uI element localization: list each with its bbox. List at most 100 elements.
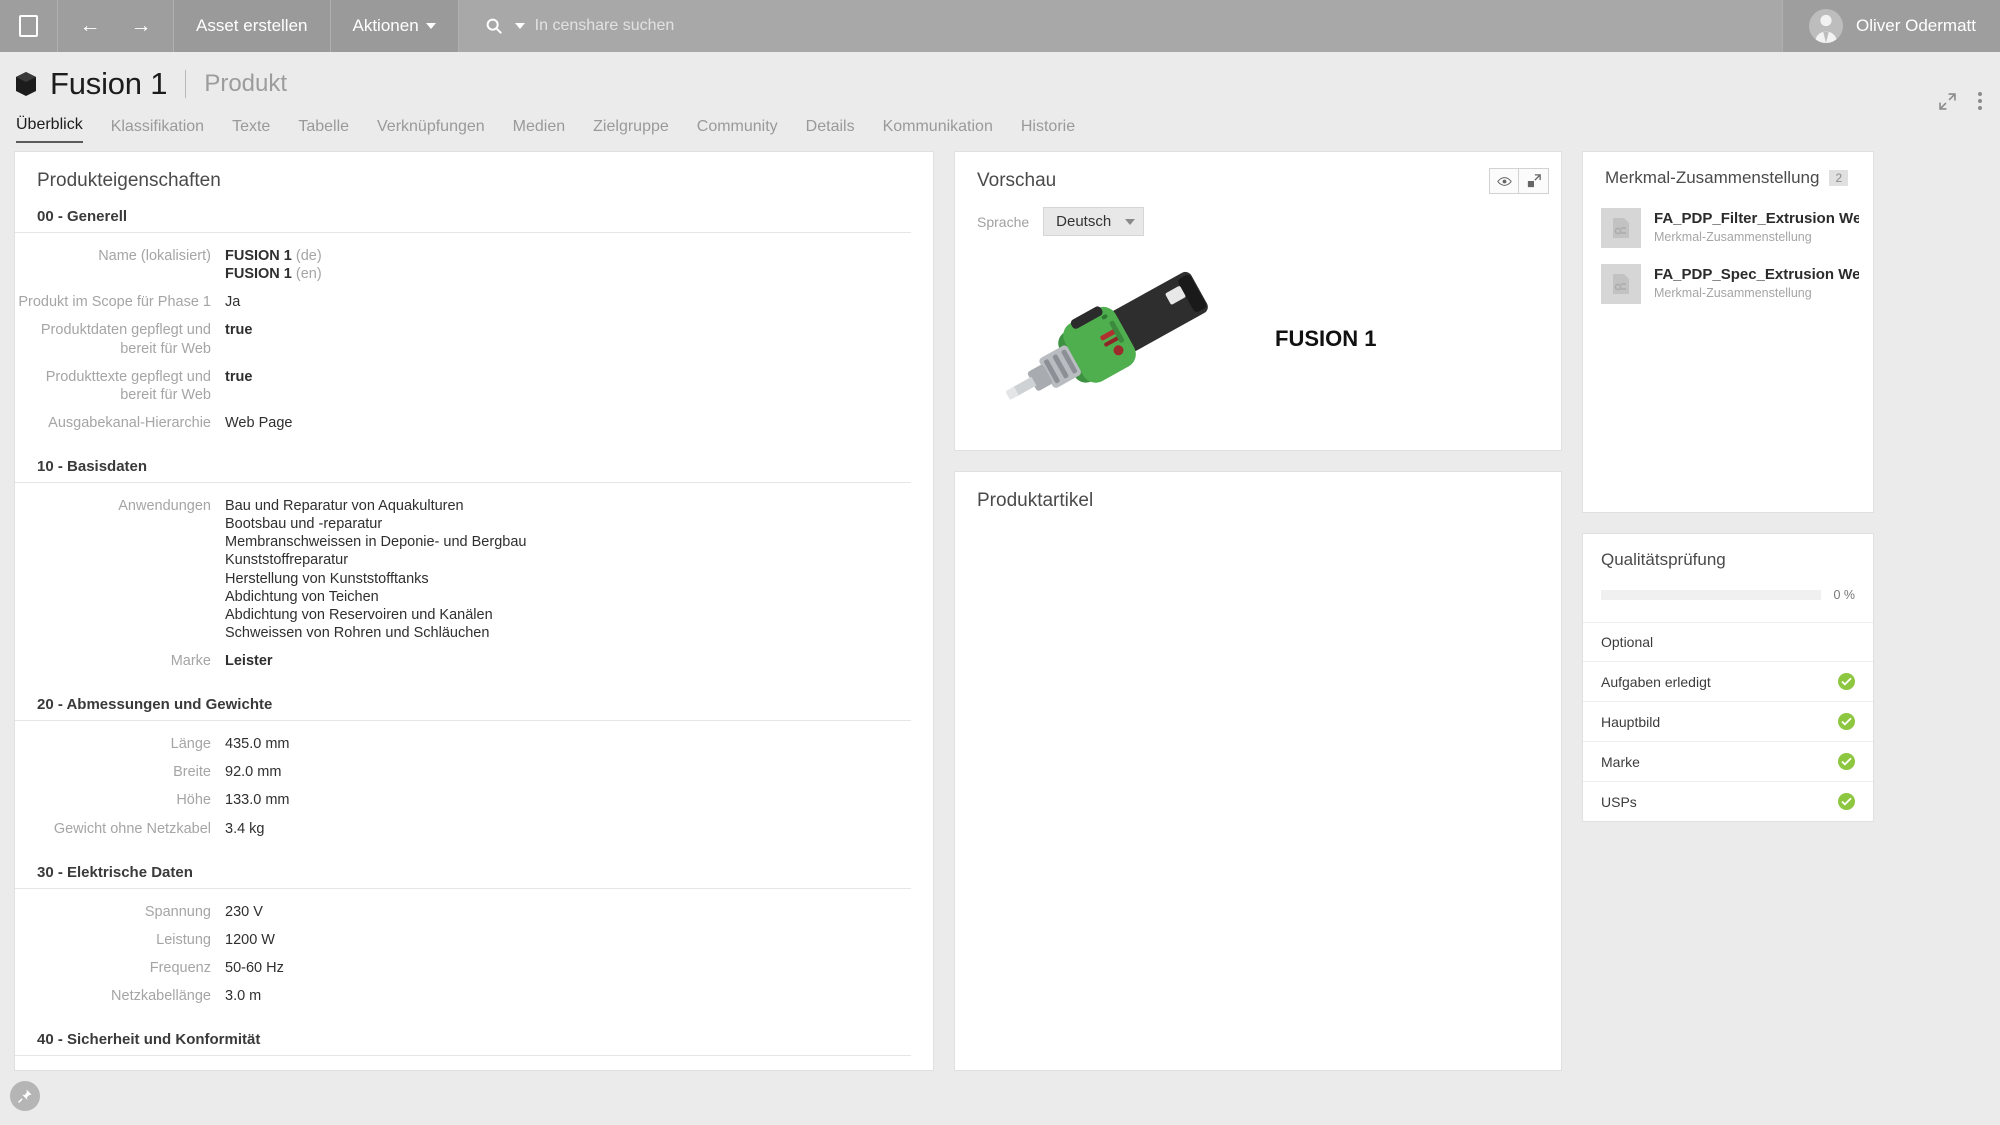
preview-body: FUSION 1 xyxy=(955,250,1561,450)
property-label: Anwendungen xyxy=(118,498,211,514)
group-body-basisdaten: Anwendungen Bau und Reparatur von Aquaku… xyxy=(15,483,933,686)
quality-check-row: Hauptbild xyxy=(1583,701,1873,741)
quality-check-card: Qualitätsprüfung 0 % Optional Aufgaben e… xyxy=(1582,533,1874,822)
forward-button[interactable]: → xyxy=(131,14,152,38)
section-label-text: Optional xyxy=(1601,634,1654,650)
property-label: Spannung xyxy=(144,903,211,920)
title-separator xyxy=(185,70,187,98)
tab-texte[interactable]: Texte xyxy=(232,118,270,143)
property-row: Produkttexte gepflegt und bereit für Web… xyxy=(15,363,933,409)
search-bar[interactable]: In censhare suchen xyxy=(458,0,1783,52)
list-item[interactable]: FA_PDP_Filter_Extrusion We… Merkmal-Zusa… xyxy=(1583,200,1873,256)
quality-item-label: USPs xyxy=(1601,793,1637,810)
property-value: Bau und Reparatur von Aquakulturen Boots… xyxy=(225,497,526,642)
property-label: Name (lokalisiert) xyxy=(98,248,211,264)
property-label: Länge xyxy=(170,736,211,753)
tab-klassifikation[interactable]: Klassifikation xyxy=(111,118,204,143)
property-value: true xyxy=(225,368,253,385)
application-item: Abdichtung von Teichen xyxy=(225,588,379,605)
main-content: Produkteigenschaften 00 - Generell Name … xyxy=(0,143,2000,1096)
tab-zielgruppe[interactable]: Zielgruppe xyxy=(593,118,669,143)
feature-collection-title: Merkmal-Zusammenstellung xyxy=(1605,168,1820,187)
properties-title: Produkteigenschaften xyxy=(37,170,221,191)
property-row: Länge 435.0 mm xyxy=(15,730,933,758)
preview-header: Vorschau xyxy=(955,152,1561,207)
actions-menu-button[interactable]: Aktionen xyxy=(330,0,459,52)
quality-item-label: Marke xyxy=(1601,753,1640,770)
list-item-text: FA_PDP_Spec_Extrusion Wel… Merkmal-Zusam… xyxy=(1654,266,1859,302)
property-row: Netzkabellänge 3.0 m xyxy=(15,982,933,1010)
check-circle-icon xyxy=(1838,753,1855,770)
application-item: Bau und Reparatur von Aquakulturen xyxy=(225,498,464,514)
feature-collection-list: FA_PDP_Filter_Extrusion We… Merkmal-Zusa… xyxy=(1583,200,1873,512)
preview-title: Vorschau xyxy=(977,170,1057,191)
group-header-sicherheit: 40 - Sicherheit und Konformität xyxy=(15,1021,911,1057)
title-row: Fusion 1 Produkt xyxy=(14,66,2000,102)
property-label: Leistung xyxy=(156,931,211,948)
group-header-elektrische-daten: 30 - Elektrische Daten xyxy=(15,854,911,889)
property-value: FUSION 1 (de) FUSION 1 (en) xyxy=(225,248,322,283)
chevron-down-icon xyxy=(425,23,436,29)
tab-historie[interactable]: Historie xyxy=(1021,118,1075,143)
group-body-generell: Name (lokalisiert) FUSION 1 (de) FUSION … xyxy=(15,233,933,448)
property-value: 3.0 m xyxy=(225,988,262,1004)
property-row: Leistung 1200 W xyxy=(15,926,933,954)
product-properties-card: Produkteigenschaften 00 - Generell Name … xyxy=(14,151,934,1071)
group-body-sicherheit: Konformitätszeichen CE Schutzklasse II E… xyxy=(15,1056,933,1070)
property-value: Leister xyxy=(225,653,273,669)
back-button[interactable]: ← xyxy=(80,14,101,38)
language-label: Sprache xyxy=(977,213,1030,230)
tab-community[interactable]: Community xyxy=(697,118,778,143)
progress-label: 0 % xyxy=(1833,588,1855,602)
tab-details[interactable]: Details xyxy=(806,118,855,143)
group-body-abmessungen: Länge 435.0 mm Breite 92.0 mm Höhe 133.0… xyxy=(15,721,933,854)
tab-kommunikation[interactable]: Kommunikation xyxy=(883,118,993,143)
preview-card: Vorschau Sprache Deutsch FUSION 1 xyxy=(954,151,1562,451)
kebab-menu-icon[interactable] xyxy=(1978,92,1982,110)
quality-section-label: Optional xyxy=(1583,622,1873,661)
property-label: Produktdaten gepflegt und bereit für Web xyxy=(40,322,211,357)
language-select[interactable]: Deutsch xyxy=(1043,207,1145,236)
avatar xyxy=(1809,9,1844,43)
page-header: Fusion 1 Produkt Überblick Klassifikatio… xyxy=(0,52,2000,143)
user-menu[interactable]: Oliver Odermatt xyxy=(1782,0,2000,52)
tab-medien[interactable]: Medien xyxy=(513,118,565,143)
product-image xyxy=(955,254,1265,424)
property-label: Höhe xyxy=(176,792,211,809)
property-row: Gewicht ohne Netzkabel 3.4 kg xyxy=(15,815,933,843)
property-label: Breite xyxy=(173,764,211,781)
panel-toggle-button[interactable] xyxy=(0,0,58,52)
pin-button[interactable] xyxy=(10,1081,40,1111)
sidebar-column: Merkmal-Zusammenstellung 2 FA_PDP_Filter… xyxy=(1582,151,1874,822)
create-asset-label: Asset erstellen xyxy=(196,16,308,35)
preview-language-row: Sprache Deutsch xyxy=(955,207,1561,250)
group-header-basisdaten: 10 - Basisdaten xyxy=(15,448,911,483)
expand-icon[interactable] xyxy=(1939,92,1956,110)
property-label: Marke xyxy=(170,653,211,669)
preview-expand-button[interactable] xyxy=(1519,168,1549,194)
eye-icon xyxy=(1496,176,1512,186)
list-item[interactable]: FA_PDP_Spec_Extrusion Wel… Merkmal-Zusam… xyxy=(1583,256,1873,312)
property-row: Anwendungen Bau und Reparatur von Aquaku… xyxy=(15,492,933,647)
tab-verknupfungen[interactable]: Verknüpfungen xyxy=(377,118,485,143)
quality-check-row: Aufgaben erledigt xyxy=(1583,661,1873,701)
preview-eye-button[interactable] xyxy=(1489,168,1519,194)
progress-track xyxy=(1601,590,1822,600)
property-value: 50-60 Hz xyxy=(225,959,284,976)
group-header-abmessungen: 20 - Abmessungen und Gewichte xyxy=(15,686,911,722)
tab-uberblick[interactable]: Überblick xyxy=(16,116,83,143)
property-value: true xyxy=(225,322,253,339)
property-label: Frequenz xyxy=(149,959,211,976)
application-item: Bootsbau und -reparatur xyxy=(225,516,383,533)
quality-item-label: Hauptbild xyxy=(1601,713,1661,730)
property-row: Produkt im Scope für Phase 1 Ja xyxy=(15,288,933,316)
search-input[interactable]: In censhare suchen xyxy=(535,17,675,35)
user-name-label: Oliver Odermatt xyxy=(1856,16,1976,35)
properties-column: Produkteigenschaften 00 - Generell Name … xyxy=(14,151,934,1071)
preview-column: Vorschau Sprache Deutsch FUSION 1 Produk… xyxy=(954,151,1562,1071)
tab-tabelle[interactable]: Tabelle xyxy=(298,118,349,143)
product-articles-title: Produktartikel xyxy=(977,490,1094,511)
property-value: 435.0 mm xyxy=(225,736,290,753)
search-scope-chevron-icon[interactable] xyxy=(514,23,525,29)
create-asset-button[interactable]: Asset erstellen xyxy=(174,0,331,52)
